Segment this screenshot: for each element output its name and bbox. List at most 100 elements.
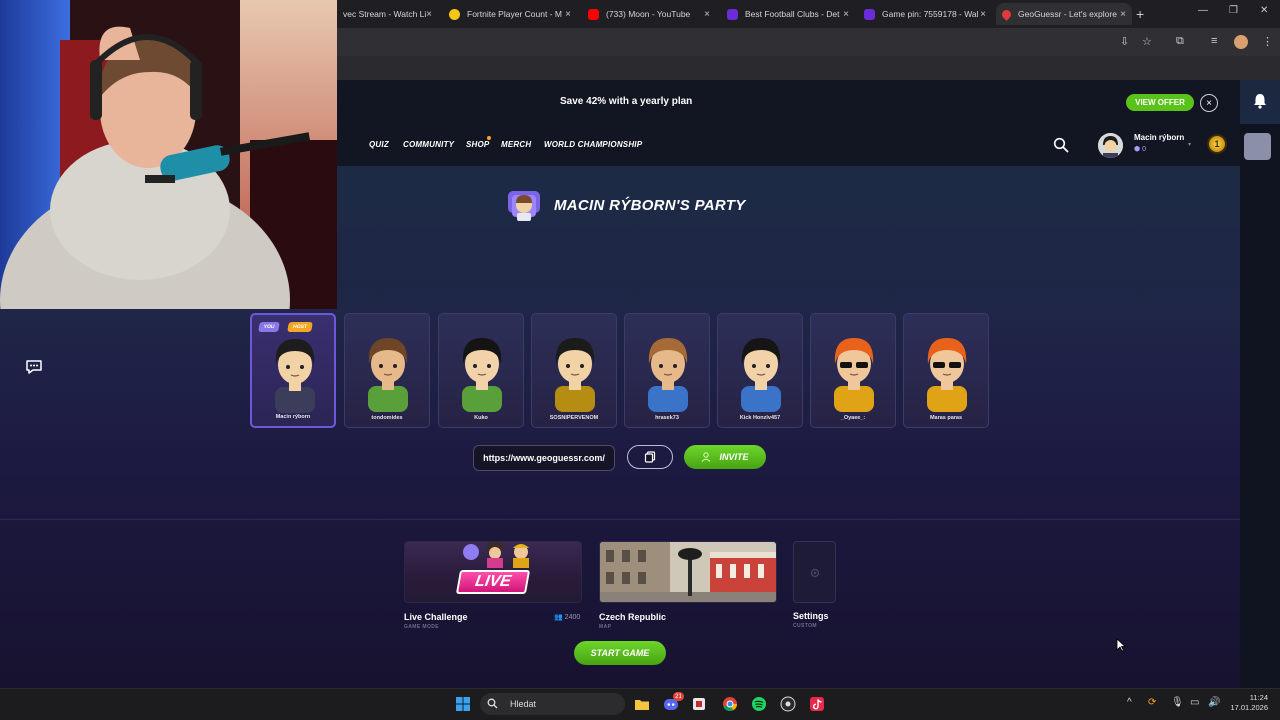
volume-icon[interactable]: 🔊 [1208, 697, 1220, 708]
browser-tab[interactable]: (733) Moon - YouTube × [582, 3, 716, 25]
chrome-icon[interactable] [722, 696, 738, 712]
browser-tab[interactable]: Fortnite Player Count - M × [443, 3, 577, 25]
copy-link-button[interactable] [627, 445, 673, 469]
sync-icon[interactable]: ⟳ [1148, 697, 1156, 708]
close-icon[interactable]: × [704, 9, 710, 20]
minimize-icon[interactable]: — [1198, 5, 1208, 16]
profile-badge: ⬢ 0 [1134, 145, 1146, 153]
bookmark-star-icon[interactable]: ☆ [1142, 35, 1152, 48]
nav-community[interactable]: COMMUNITY [403, 140, 454, 149]
player-avatar-icon [927, 338, 967, 412]
mode-title: Settings [793, 611, 829, 621]
players-count: 👥 2400 [554, 613, 580, 621]
search-icon[interactable] [1053, 137, 1069, 153]
map-preview-image [600, 542, 776, 602]
kahoot-icon [727, 8, 738, 20]
nav-quiz[interactable]: QUIZ [369, 140, 389, 149]
chevron-up-icon[interactable]: ^ [1127, 697, 1132, 708]
mode-title: Czech Republic [599, 612, 667, 622]
players-count-value: 2400 [564, 614, 581, 621]
obs-icon[interactable] [780, 696, 796, 712]
new-tab-button[interactable]: + [1136, 6, 1144, 22]
taskbar-search-label: Hledat [510, 699, 537, 709]
tiktok-icon[interactable] [809, 696, 825, 712]
player-card[interactable]: hrasek73 [624, 313, 710, 428]
player-card[interactable]: Macin rýborn YOU HOST [250, 313, 336, 428]
discord-notification-badge: 21 [673, 692, 684, 701]
player-avatar-icon [834, 338, 874, 412]
player-card[interactable]: Maras paras [903, 313, 989, 428]
player-avatar-icon [462, 338, 502, 412]
browser-tab-active[interactable]: GeoGuessr - Let's explore × [996, 3, 1132, 25]
player-name: hrasek73 [655, 415, 679, 421]
tab-label: vec Stream - Watch Li [343, 9, 427, 19]
tab-favicon-icon [449, 8, 460, 20]
file-explorer-icon[interactable] [634, 696, 650, 712]
new-indicator-dot [487, 136, 491, 140]
player-avatar-icon [648, 338, 688, 412]
snipping-tool-icon[interactable] [691, 696, 707, 712]
mouse-cursor-icon [1116, 638, 1126, 652]
extensions-icon[interactable]: ⧉ [1176, 35, 1184, 48]
player-avatar-icon [555, 338, 595, 412]
player-card[interactable]: Kick Honzlv457 [717, 313, 803, 428]
geoguessr-pin-icon [1000, 7, 1013, 21]
close-icon[interactable]: × [843, 9, 849, 20]
windows-start-icon[interactable] [455, 696, 471, 712]
taskbar-clock[interactable]: 11:24 17.01.2026 [1228, 693, 1268, 713]
nav-shop[interactable]: SHOP [466, 140, 489, 149]
player-card[interactable]: tondomides [344, 313, 430, 428]
network-icon[interactable]: ▭ [1190, 697, 1199, 708]
copy-icon [644, 451, 656, 463]
taskbar-search[interactable]: Hledat [480, 693, 625, 715]
close-icon[interactable]: × [426, 9, 432, 20]
chat-icon[interactable] [24, 357, 44, 377]
promo-close-button[interactable]: × [1200, 94, 1218, 112]
bell-icon[interactable] [1251, 92, 1269, 110]
mode-title: Live Challenge [404, 612, 468, 622]
profile-avatar[interactable] [1098, 133, 1123, 158]
tab-label: (733) Moon - YouTube [606, 9, 691, 19]
clock-date: 17.01.2026 [1230, 703, 1268, 712]
microphone-icon[interactable]: 🎙 [1171, 697, 1184, 708]
host-badge: HOST [287, 322, 313, 332]
reading-list-icon[interactable]: ≡ [1211, 35, 1217, 47]
invite-url-field[interactable]: https://www.geoguessr.com/ [473, 445, 615, 471]
start-game-button[interactable]: START GAME [574, 641, 666, 665]
nav-merch[interactable]: MERCH [501, 140, 531, 149]
close-icon[interactable]: × [980, 9, 986, 20]
restore-icon[interactable]: ❐ [1229, 5, 1238, 16]
view-offer-button[interactable]: VIEW OFFER [1126, 94, 1194, 111]
party-title: MACIN RÝBORN'S PARTY [554, 197, 746, 214]
settings-tile[interactable] [793, 541, 836, 603]
coin-level-badge[interactable]: 1 [1207, 134, 1227, 154]
browser-tab[interactable]: vec Stream - Watch Li × [337, 3, 438, 25]
player-card[interactable]: SOSNIPERVENOM [531, 313, 617, 428]
browser-menu-icon[interactable]: ⋮ [1262, 35, 1273, 48]
promo-text: Save 42% with a yearly plan [560, 96, 693, 107]
kahoot-icon [864, 8, 875, 20]
nav-world-championship[interactable]: WORLD CHAMPIONSHIP [544, 140, 642, 149]
close-icon[interactable]: × [1120, 9, 1126, 20]
map-tile[interactable] [599, 541, 777, 603]
invite-button[interactable]: INVITE [684, 445, 766, 469]
browser-profile-avatar[interactable] [1234, 35, 1248, 49]
browser-tab[interactable]: Game pin: 7559178 - Wal × [858, 3, 992, 25]
friend-avatar[interactable] [1244, 133, 1271, 160]
profile-badge-value: 0 [1142, 146, 1146, 153]
player-card[interactable]: _Oyaee_: [810, 313, 896, 428]
player-name: _Oyaee_: [840, 415, 866, 421]
spotify-icon[interactable] [751, 696, 767, 712]
chevron-down-icon[interactable]: ▾ [1188, 141, 1191, 148]
profile-name[interactable]: Macin rýborn [1134, 133, 1184, 142]
you-badge: YOU [258, 322, 280, 332]
streamer-webcam-image [0, 0, 337, 309]
close-icon[interactable]: × [565, 9, 571, 20]
window-close-icon[interactable]: ✕ [1260, 5, 1268, 16]
youtube-icon [588, 8, 599, 20]
player-card[interactable]: Kuko [438, 313, 524, 428]
mode-subtitle: GAME MODE [404, 624, 439, 630]
install-app-icon[interactable]: ⇩ [1120, 35, 1129, 48]
browser-tab[interactable]: Best Football Clubs - Det × [721, 3, 855, 25]
tab-label: Fortnite Player Count - M [467, 9, 562, 19]
